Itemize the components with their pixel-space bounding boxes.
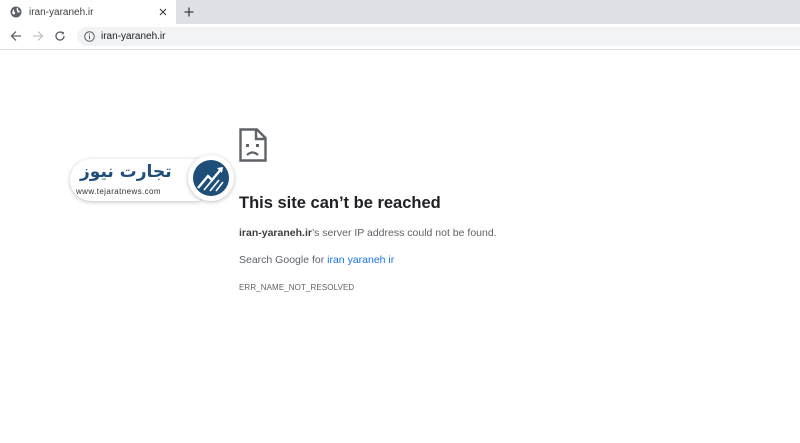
error-detail-text: ’s server IP address could not be found.	[311, 227, 497, 239]
address-bar[interactable]: iran-yaraneh.ir	[77, 27, 800, 46]
search-prefix: Search Google for	[239, 254, 328, 266]
back-button[interactable]	[9, 29, 23, 43]
arrow-right-icon	[33, 31, 44, 41]
error-heading: This site can’t be reached	[239, 194, 441, 212]
error-host: iran-yaraneh.ir	[239, 227, 312, 239]
search-suggestion: Search Google for iran yaraneh ir	[239, 254, 394, 266]
tab-strip: iran-yaraneh.ir	[0, 0, 800, 24]
forward-button[interactable]	[31, 29, 45, 43]
error-detail: iran-yaraneh.ir’s server IP address coul…	[239, 227, 497, 239]
plus-icon	[184, 7, 194, 17]
watermark-pill: تجارت نیوز www.tejaratnews.com	[70, 159, 200, 201]
watermark-emblem	[188, 155, 234, 201]
reload-icon	[55, 31, 65, 41]
watermark-url: www.tejaratnews.com	[76, 187, 161, 196]
info-icon[interactable]	[84, 31, 95, 42]
arrow-left-icon	[10, 31, 21, 41]
sad-document-icon	[239, 128, 267, 162]
new-tab-button[interactable]	[181, 4, 197, 20]
address-url: iran-yaraneh.ir	[101, 31, 166, 42]
close-icon[interactable]	[156, 5, 170, 19]
error-page: This site can’t be reached iran-yaraneh.…	[239, 128, 739, 292]
tab-active[interactable]: iran-yaraneh.ir	[0, 0, 176, 24]
tab-title: iran-yaraneh.ir	[29, 6, 94, 18]
toolbar: iran-yaraneh.ir	[0, 24, 800, 50]
brand-emblem-icon	[193, 160, 229, 196]
search-google-link[interactable]: iran yaraneh ir	[327, 254, 394, 266]
error-code: ERR_NAME_NOT_RESOLVED	[239, 283, 355, 292]
watermark-logo: تجارت نیوز www.tejaratnews.com	[70, 155, 234, 205]
reload-button[interactable]	[53, 29, 67, 43]
watermark-text: تجارت نیوز	[80, 162, 172, 182]
globe-icon	[10, 6, 22, 18]
